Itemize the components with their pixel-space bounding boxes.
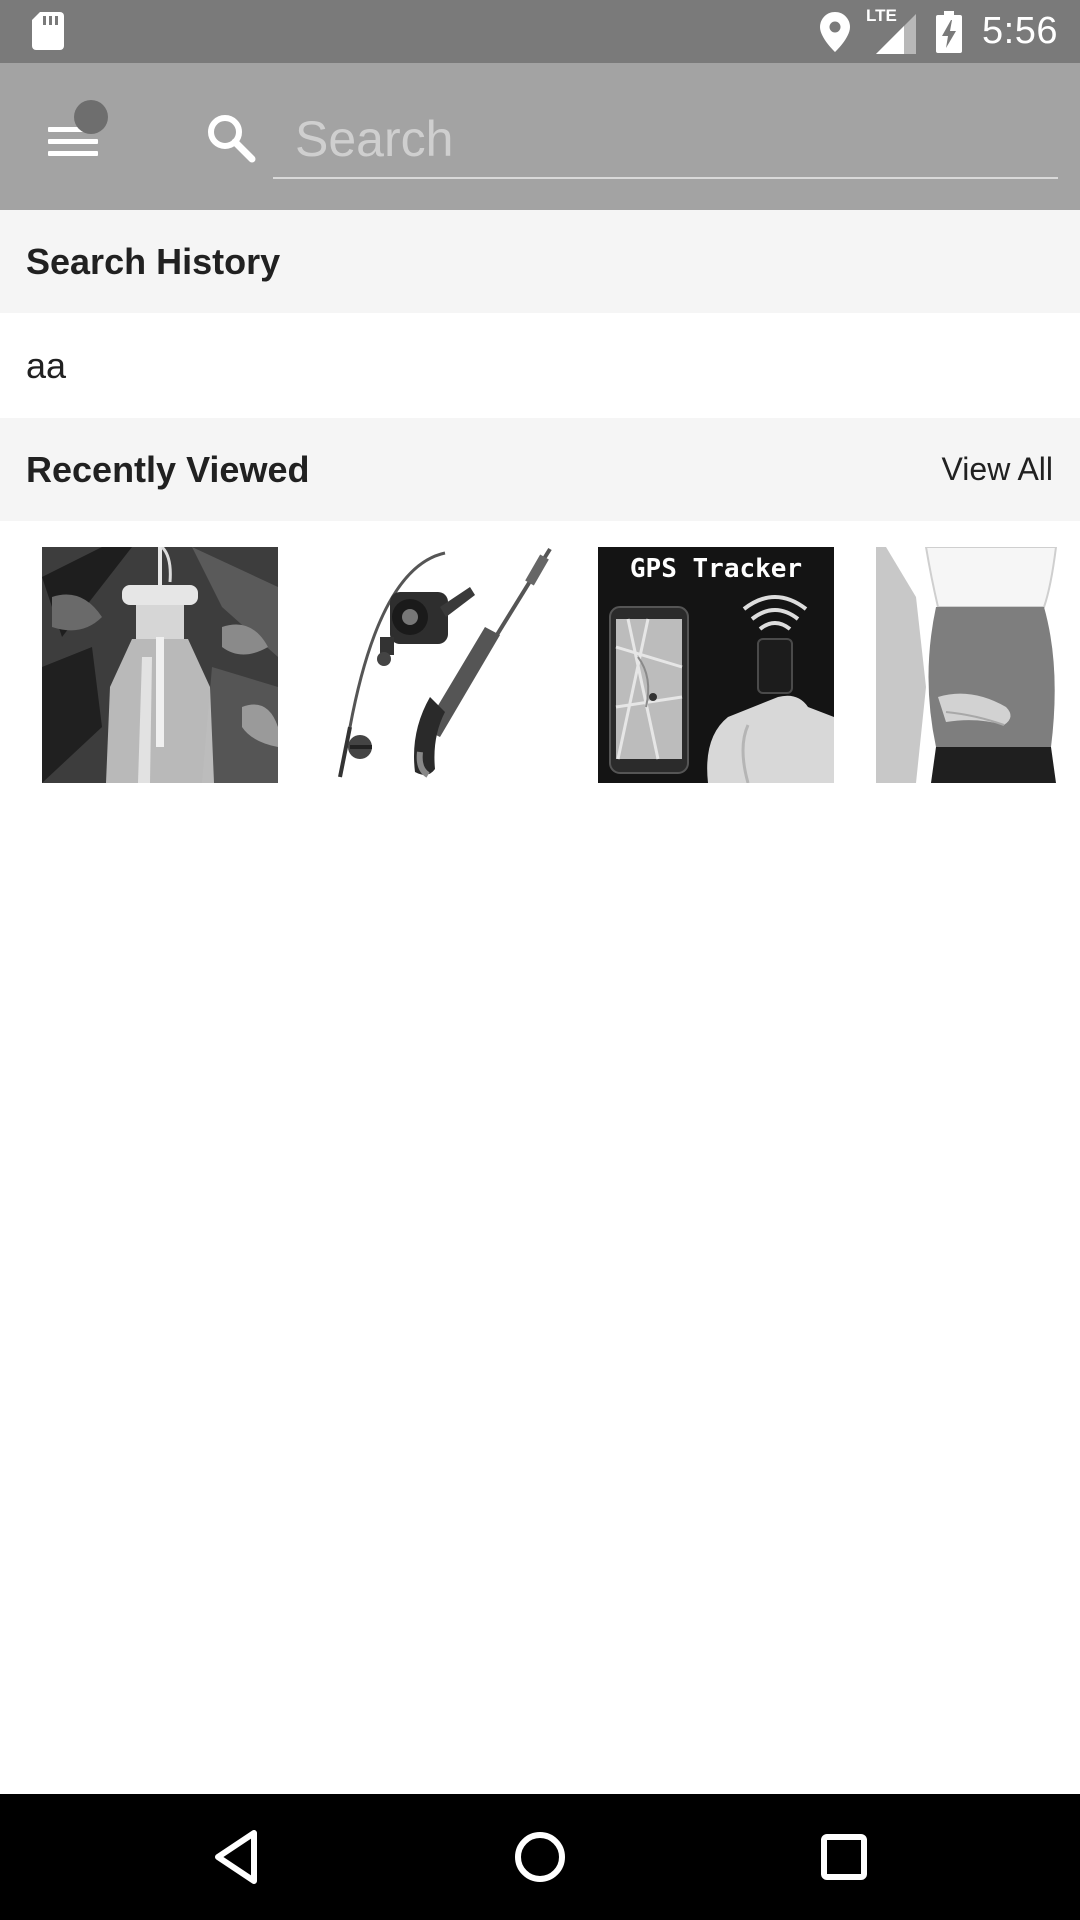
product-thumbnail[interactable]: GPS Tracker (598, 547, 834, 783)
recents-icon[interactable] (804, 1817, 884, 1897)
search-input[interactable] (273, 103, 1058, 175)
notification-dot (74, 100, 108, 134)
search-history-item[interactable]: aa (0, 313, 1080, 418)
menu-icon-bar (48, 151, 98, 156)
search-field[interactable] (273, 103, 1058, 179)
system-navigation-bar (0, 1794, 1080, 1920)
search-history-header: Search History (0, 210, 1080, 313)
sd-card-icon (32, 12, 64, 50)
view-all-button[interactable]: View All (942, 418, 1053, 521)
home-icon[interactable] (500, 1817, 580, 1897)
location-icon (820, 11, 851, 52)
gps-tracker-product-image: GPS Tracker (598, 547, 834, 783)
product-thumbnail[interactable] (42, 547, 278, 783)
search-history-text: aa (26, 345, 67, 386)
product-thumbnail[interactable] (876, 547, 1080, 783)
network-type-label: LTE (866, 5, 897, 25)
battery-charging-icon (936, 10, 963, 53)
status-bar: LTE 5:56 (0, 0, 1080, 63)
belly-band-product-image (876, 547, 1080, 783)
search-icon[interactable] (205, 112, 257, 164)
recently-viewed-title: Recently Viewed (26, 449, 310, 490)
recently-viewed-header: Recently Viewed View All (0, 418, 1080, 521)
gps-tracker-caption: GPS Tracker (630, 554, 802, 584)
signal-icon: LTE (866, 6, 917, 54)
product-thumbnail[interactable] (320, 547, 556, 783)
search-toolbar (0, 63, 1080, 210)
search-history-title: Search History (26, 241, 281, 282)
clock: 5:56 (982, 10, 1058, 52)
recently-viewed-list: GPS Tracker (0, 547, 1080, 783)
menu-button[interactable] (34, 93, 124, 183)
bottle-feeder-product-image (42, 547, 278, 783)
fishing-rod-product-image (320, 547, 556, 783)
back-icon[interactable] (196, 1817, 276, 1897)
menu-icon-bar (48, 139, 98, 144)
